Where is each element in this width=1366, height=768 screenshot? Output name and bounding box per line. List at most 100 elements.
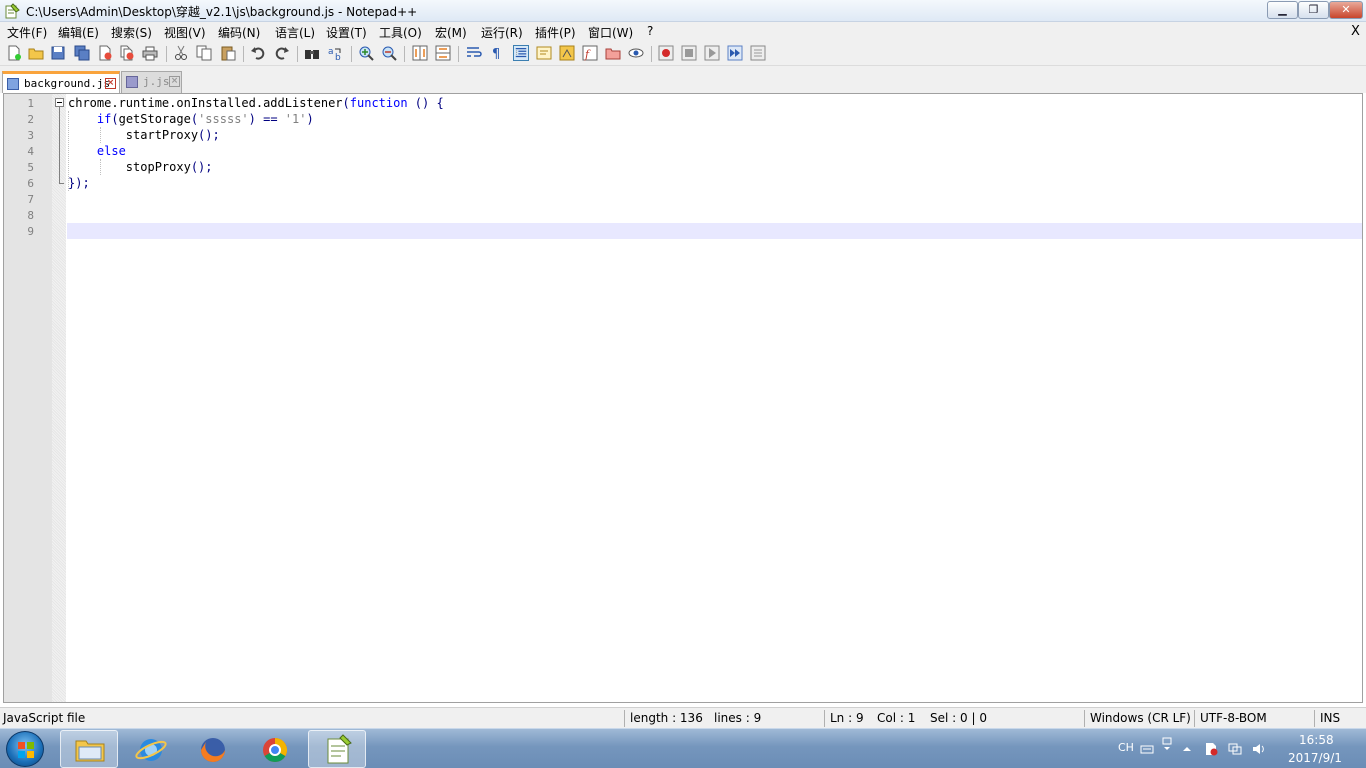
menu-plugins[interactable]: 插件(P) <box>535 24 576 41</box>
line-number: 4 <box>27 145 34 158</box>
stop-macro-icon[interactable] <box>681 45 697 61</box>
menu-search[interactable]: 搜索(S) <box>111 24 152 41</box>
status-file-type: JavaScript file <box>3 711 86 725</box>
menu-help[interactable]: ? <box>647 24 653 38</box>
find-icon[interactable] <box>304 45 320 61</box>
menu-view[interactable]: 视图(V) <box>164 24 206 41</box>
redo-icon[interactable] <box>274 45 290 61</box>
menu-tools[interactable]: 工具(O) <box>379 24 422 41</box>
tab-close-icon[interactable]: × <box>169 76 180 87</box>
user-language-icon[interactable] <box>536 45 552 61</box>
line-number: 6 <box>27 177 34 190</box>
folder-workspace-icon[interactable] <box>605 45 621 61</box>
show-all-chars-icon[interactable]: ¶ <box>489 45 505 61</box>
volume-icon[interactable] <box>1252 742 1266 756</box>
code-token: ( <box>342 96 350 110</box>
code-line: startProxy(); <box>68 127 220 143</box>
clock-date[interactable]: 2017/9/1 <box>1288 751 1342 765</box>
menu-window[interactable]: 窗口(W) <box>588 24 633 41</box>
record-macro-icon[interactable] <box>658 45 674 61</box>
taskbar-internet-explorer[interactable] <box>122 730 180 768</box>
menu-file[interactable]: 文件(F) <box>7 24 47 41</box>
copy-icon[interactable] <box>196 45 212 61</box>
network-icon[interactable] <box>1228 742 1242 756</box>
code-token: ( <box>111 112 119 126</box>
code-token: chrome.runtime.onInstalled.addListener <box>68 96 343 110</box>
taskbar-firefox[interactable] <box>184 730 242 768</box>
zoom-in-icon[interactable] <box>358 45 374 61</box>
open-file-icon[interactable] <box>28 45 44 61</box>
code-token: else <box>96 144 126 158</box>
status-length: length : 136 <box>630 711 703 725</box>
cut-icon[interactable] <box>173 45 189 61</box>
fold-margin <box>52 94 66 702</box>
function-list-icon[interactable]: f <box>582 45 598 61</box>
code-token: function <box>349 96 408 110</box>
minimize-button[interactable]: ▁ <box>1267 1 1298 19</box>
toolbar-separator <box>404 46 405 62</box>
status-encoding[interactable]: UTF-8-BOM <box>1200 711 1267 725</box>
saved-file-icon <box>126 76 138 88</box>
windows-logo-icon <box>18 742 34 758</box>
code-line: if(getStorage('sssss') == '1') <box>68 111 314 127</box>
taskbar-explorer[interactable] <box>60 730 118 768</box>
menu-macro[interactable]: 宏(M) <box>435 24 467 41</box>
taskbar-notepadpp[interactable] <box>308 730 366 768</box>
code-token: ( <box>190 112 199 126</box>
monitoring-icon[interactable] <box>628 45 644 61</box>
paste-icon[interactable] <box>220 45 236 61</box>
close-icon[interactable] <box>97 45 113 61</box>
internet-explorer-icon <box>135 739 167 761</box>
close-window-button[interactable]: ✕ <box>1329 1 1363 19</box>
zoom-out-icon[interactable] <box>381 45 397 61</box>
window-title: C:\Users\Admin\Desktop\穿越_v2.1\js\backgr… <box>26 5 418 19</box>
menu-edit[interactable]: 编辑(E) <box>58 24 99 41</box>
code-token: if <box>96 112 112 126</box>
start-button[interactable] <box>6 731 44 767</box>
code-token: ) <box>306 112 314 126</box>
sync-vertical-icon[interactable] <box>412 45 428 61</box>
menu-language[interactable]: 语言(L) <box>275 24 315 41</box>
menu-run[interactable]: 运行(R) <box>481 24 523 41</box>
undo-icon[interactable] <box>250 45 266 61</box>
action-center-icon[interactable] <box>1204 742 1218 756</box>
save-icon[interactable] <box>50 45 66 61</box>
taskbar-chrome[interactable] <box>246 730 304 768</box>
close-all-icon[interactable] <box>119 45 135 61</box>
save-macro-icon[interactable] <box>750 45 766 61</box>
line-number: 5 <box>27 161 34 174</box>
tab-close-icon[interactable]: × <box>105 78 116 89</box>
saved-file-icon <box>7 78 19 90</box>
fold-toggle-icon[interactable] <box>55 98 64 107</box>
keyboard-icon[interactable] <box>1140 742 1154 756</box>
sync-horizontal-icon[interactable] <box>435 45 451 61</box>
tab-background-js[interactable]: background.js × <box>2 71 120 93</box>
status-eol[interactable]: Windows (CR LF) <box>1090 711 1191 725</box>
run-macro-multiple-icon[interactable] <box>727 45 743 61</box>
new-file-icon[interactable] <box>6 45 22 61</box>
replace-icon[interactable]: ab <box>327 45 343 61</box>
menu-encoding[interactable]: 编码(N) <box>218 24 260 41</box>
tray-language[interactable]: CH <box>1118 741 1134 754</box>
close-document-button[interactable]: X <box>1351 24 1360 39</box>
status-ln: Ln : 9 <box>830 711 864 725</box>
code-editor[interactable]: chrome.runtime.onInstalled.addListener(f… <box>3 93 1363 703</box>
show-hidden-icons-icon[interactable] <box>1180 742 1194 756</box>
clock-time[interactable]: 16:58 <box>1299 733 1334 747</box>
save-all-icon[interactable] <box>74 45 90 61</box>
print-icon[interactable] <box>142 45 158 61</box>
status-divider <box>824 710 825 727</box>
play-macro-icon[interactable] <box>704 45 720 61</box>
indent-guide-icon[interactable] <box>513 45 529 61</box>
tab-j-js[interactable]: j.js × <box>121 71 182 93</box>
notepadpp-app-icon[interactable] <box>4 3 20 19</box>
menu-settings[interactable]: 设置(T) <box>326 24 367 41</box>
word-wrap-icon[interactable] <box>466 45 482 61</box>
ime-options-icon[interactable] <box>1160 737 1174 751</box>
maximize-button[interactable]: ❐ <box>1298 1 1329 19</box>
code-token: ) == <box>248 112 285 126</box>
status-insert-mode[interactable]: INS <box>1320 711 1340 725</box>
toolbar-separator <box>297 46 298 62</box>
doc-map-icon[interactable] <box>559 45 575 61</box>
